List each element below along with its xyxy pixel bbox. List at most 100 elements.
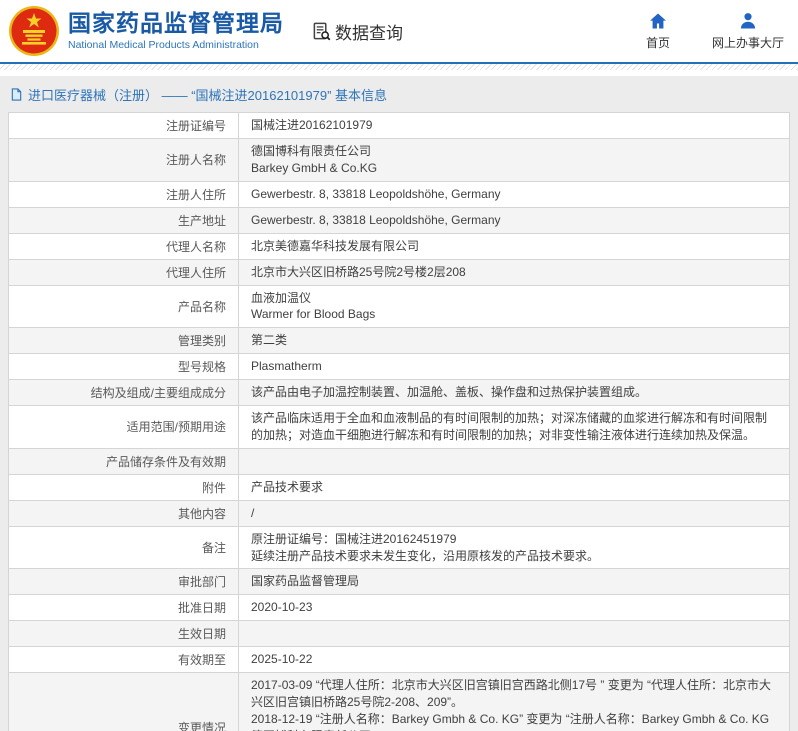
row-value: 北京市大兴区旧桥路25号院2号楼2层208 bbox=[239, 259, 790, 285]
row-value bbox=[239, 621, 790, 647]
table-row: 备注原注册证编号：国械注进20162451979延续注册产品技术要求未发生变化，… bbox=[9, 526, 790, 569]
agency-subtitle: National Medical Products Administration bbox=[68, 39, 284, 51]
row-label: 有效期至 bbox=[9, 647, 239, 673]
document-icon bbox=[10, 88, 23, 101]
table-row: 适用范围/预期用途该产品临床适用于全血和血液制品的有时间限制的加热；对深冻储藏的… bbox=[9, 406, 790, 449]
data-query-section: 数据查询 bbox=[312, 19, 403, 44]
nav-home[interactable]: 首页 bbox=[638, 11, 678, 51]
nav-home-label: 首页 bbox=[646, 34, 670, 51]
table-row: 注册人住所 Gewerbestr. 8, 33818 Leopoldshöhe, … bbox=[9, 181, 790, 207]
row-label: 其他内容 bbox=[9, 500, 239, 526]
value-line: Gewerbestr. 8, 33818 Leopoldshöhe, Germa… bbox=[251, 186, 777, 203]
row-value: 国家药品监督管理局 bbox=[239, 569, 790, 595]
table-row: 审批部门国家药品监督管理局 bbox=[9, 569, 790, 595]
row-label: 型号规格 bbox=[9, 354, 239, 380]
row-value bbox=[239, 448, 790, 474]
row-label: 备注 bbox=[9, 526, 239, 569]
row-value: 产品技术要求 bbox=[239, 474, 790, 500]
info-table-body: 注册证编号国械注进20162101979注册人名称德国博科有限责任公司Barke… bbox=[9, 113, 790, 731]
table-row: 批准日期2020-10-23 bbox=[9, 595, 790, 621]
table-row: 附件产品技术要求 bbox=[9, 474, 790, 500]
value-line: Warmer for Blood Bags bbox=[251, 306, 777, 323]
table-row: 有效期至 2025-10-22 bbox=[9, 647, 790, 673]
value-line: 第二类 bbox=[251, 332, 777, 349]
value-line: 该产品由电子加温控制装置、加温舱、盖板、操作盘和过热保护装置组成。 bbox=[251, 384, 777, 401]
row-value: 北京美德嘉华科技发展有限公司 bbox=[239, 233, 790, 259]
row-label: 产品名称 bbox=[9, 285, 239, 328]
value-line: 2018-12-19 “注册人名称：Barkey Gmbh & Co. KG” … bbox=[251, 711, 777, 731]
value-line: 2025-10-22 bbox=[251, 651, 777, 668]
row-value: 国械注进20162101979 bbox=[239, 113, 790, 139]
value-line: 原注册证编号：国械注进20162451979 bbox=[251, 531, 777, 548]
row-value: 德国博科有限责任公司Barkey GmbH & Co.KG bbox=[239, 139, 790, 182]
breadcrumb: 进口医疗器械（注册） —— “国械注进20162101979” 基本信息 bbox=[0, 76, 798, 112]
value-line: Gewerbestr. 8, 33818 Leopoldshöhe, Germa… bbox=[251, 212, 777, 229]
table-row: 变更情况 2017-03-09 “代理人住所：北京市大兴区旧宫镇旧宫西路北侧17号… bbox=[9, 673, 790, 731]
table-row: 生产地址 Gewerbestr. 8, 33818 Leopoldshöhe, G… bbox=[9, 207, 790, 233]
row-label: 适用范围/预期用途 bbox=[9, 406, 239, 449]
row-value: Plasmatherm bbox=[239, 354, 790, 380]
top-nav: 首页 网上办事大厅 bbox=[638, 11, 784, 51]
nav-online-service-hall[interactable]: 网上办事大厅 bbox=[712, 11, 784, 51]
table-row: 管理类别第二类 bbox=[9, 328, 790, 354]
agency-title-block: 国家药品监督管理局 National Medical Products Admi… bbox=[68, 11, 284, 50]
row-label: 审批部门 bbox=[9, 569, 239, 595]
table-row: 结构及组成/主要组成成分该产品由电子加温控制装置、加温舱、盖板、操作盘和过热保护… bbox=[9, 380, 790, 406]
table-row: 型号规格 Plasmatherm bbox=[9, 354, 790, 380]
row-label: 注册人名称 bbox=[9, 139, 239, 182]
breadcrumb-text: 进口医疗器械（注册） —— “国械注进20162101979” 基本信息 bbox=[28, 85, 387, 104]
row-label: 管理类别 bbox=[9, 328, 239, 354]
row-value: 2017-03-09 “代理人住所：北京市大兴区旧宫镇旧宫西路北侧17号 ” 变… bbox=[239, 673, 790, 731]
value-line: Barkey GmbH & Co.KG bbox=[251, 160, 777, 177]
value-line: 该产品临床适用于全血和血液制品的有时间限制的加热；对深冻储藏的血浆进行解冻和有时… bbox=[251, 410, 777, 444]
value-line: 产品技术要求 bbox=[251, 479, 777, 496]
user-icon bbox=[738, 11, 758, 31]
row-label: 附件 bbox=[9, 474, 239, 500]
value-line: 延续注册产品技术要求未发生变化，沿用原核发的产品技术要求。 bbox=[251, 548, 777, 565]
value-line: 2020-10-23 bbox=[251, 599, 777, 616]
row-value: Gewerbestr. 8, 33818 Leopoldshöhe, Germa… bbox=[239, 181, 790, 207]
table-row: 产品储存条件及有效期 bbox=[9, 448, 790, 474]
row-value: 第二类 bbox=[239, 328, 790, 354]
row-label: 代理人名称 bbox=[9, 233, 239, 259]
row-label: 生产地址 bbox=[9, 207, 239, 233]
value-line: 国械注进20162101979 bbox=[251, 117, 777, 134]
table-row: 代理人名称北京美德嘉华科技发展有限公司 bbox=[9, 233, 790, 259]
row-label: 产品储存条件及有效期 bbox=[9, 448, 239, 474]
table-row: 注册证编号国械注进20162101979 bbox=[9, 113, 790, 139]
row-label: 注册人住所 bbox=[9, 181, 239, 207]
row-value: 2025-10-22 bbox=[239, 647, 790, 673]
row-value: 2020-10-23 bbox=[239, 595, 790, 621]
row-label: 注册证编号 bbox=[9, 113, 239, 139]
row-label: 代理人住所 bbox=[9, 259, 239, 285]
row-value: 该产品临床适用于全血和血液制品的有时间限制的加热；对深冻储藏的血浆进行解冻和有时… bbox=[239, 406, 790, 449]
value-line: / bbox=[251, 505, 777, 522]
value-line: 北京美德嘉华科技发展有限公司 bbox=[251, 238, 777, 255]
row-label: 变更情况 bbox=[9, 673, 239, 731]
row-label: 结构及组成/主要组成成分 bbox=[9, 380, 239, 406]
table-row: 代理人住所北京市大兴区旧桥路25号院2号楼2层208 bbox=[9, 259, 790, 285]
value-line: 血液加温仪 bbox=[251, 290, 777, 307]
nav-online-service-hall-label: 网上办事大厅 bbox=[712, 34, 784, 51]
value-line bbox=[251, 454, 777, 469]
content-area: 进口医疗器械（注册） —— “国械注进20162101979” 基本信息 注册证… bbox=[0, 76, 798, 731]
value-line: 国家药品监督管理局 bbox=[251, 573, 777, 590]
home-icon bbox=[648, 11, 668, 31]
agency-title: 国家药品监督管理局 bbox=[68, 11, 284, 36]
data-query-icon bbox=[312, 22, 331, 41]
national-emblem-logo bbox=[8, 5, 60, 57]
info-table: 注册证编号国械注进20162101979注册人名称德国博科有限责任公司Barke… bbox=[8, 112, 790, 731]
row-value: 该产品由电子加温控制装置、加温舱、盖板、操作盘和过热保护装置组成。 bbox=[239, 380, 790, 406]
row-value: 血液加温仪Warmer for Blood Bags bbox=[239, 285, 790, 328]
row-value: Gewerbestr. 8, 33818 Leopoldshöhe, Germa… bbox=[239, 207, 790, 233]
data-query-label: 数据查询 bbox=[335, 19, 403, 44]
value-line: 德国博科有限责任公司 bbox=[251, 143, 777, 160]
table-row: 产品名称血液加温仪Warmer for Blood Bags bbox=[9, 285, 790, 328]
row-label: 生效日期 bbox=[9, 621, 239, 647]
value-line: 2017-03-09 “代理人住所：北京市大兴区旧宫镇旧宫西路北侧17号 ” 变… bbox=[251, 677, 777, 711]
table-row: 生效日期 bbox=[9, 621, 790, 647]
table-row: 注册人名称德国博科有限责任公司Barkey GmbH & Co.KG bbox=[9, 139, 790, 182]
table-row: 其他内容 / bbox=[9, 500, 790, 526]
value-line: Plasmatherm bbox=[251, 358, 777, 375]
row-value: 原注册证编号：国械注进20162451979延续注册产品技术要求未发生变化，沿用… bbox=[239, 526, 790, 569]
